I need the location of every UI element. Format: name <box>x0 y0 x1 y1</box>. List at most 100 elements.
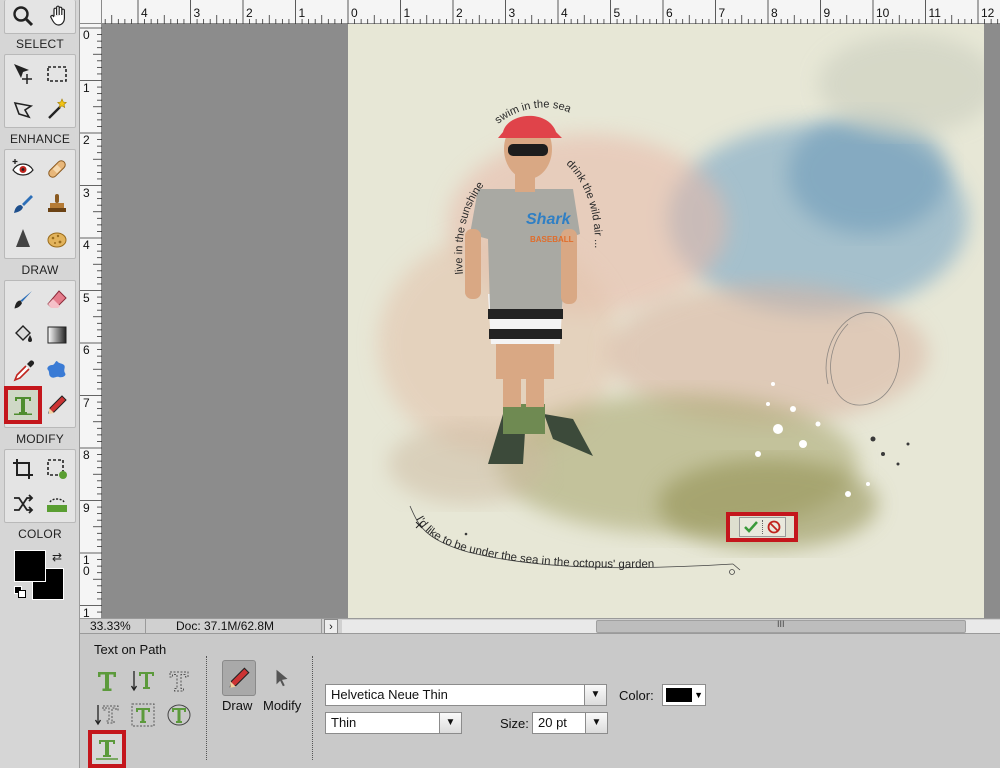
text-on-shape-icon <box>167 704 191 726</box>
horizontal-ruler-ticks <box>104 0 999 24</box>
ruler-top-label: 8 <box>771 6 778 20</box>
smart-brush-icon <box>14 195 33 213</box>
ruler-top-label: 10 <box>876 6 890 20</box>
red-eye-icon <box>12 159 34 176</box>
swap-colors-icon[interactable]: ⇄ <box>52 550 62 564</box>
modify-mode-button[interactable] <box>265 660 299 696</box>
font-family-select[interactable]: Helvetica Neue Thin ▼ <box>325 684 607 706</box>
commit-check-icon[interactable] <box>743 520 758 534</box>
rectangle-marquee-icon <box>47 66 67 82</box>
ruler-top-label: 6 <box>666 6 673 20</box>
paint-bucket-tool[interactable] <box>7 319 39 351</box>
ruler-top-label: 11 <box>928 6 941 20</box>
paint-bucket-icon <box>15 325 32 342</box>
draw-tools-group <box>4 280 76 428</box>
toolbox: SELECT ENHANCE DRAW MODIFY COLOR ⇄ <box>0 0 80 768</box>
clone-stamp-tool[interactable] <box>41 188 73 220</box>
stamp-icon <box>48 194 66 212</box>
recompose-tool[interactable] <box>41 453 73 485</box>
status-menu-arrow[interactable]: › <box>324 619 338 634</box>
pencil-icon <box>48 395 67 414</box>
smart-brush-tool[interactable] <box>7 188 39 220</box>
text-on-path-button[interactable] <box>88 730 126 768</box>
ruler-top-label: 2 <box>456 6 463 20</box>
marquee-tool[interactable] <box>41 58 73 90</box>
font-family-value: Helvetica Neue Thin <box>331 687 448 702</box>
foreground-color-swatch[interactable] <box>14 550 46 582</box>
pencil-tool[interactable] <box>41 389 73 421</box>
default-colors-icon[interactable] <box>14 586 26 598</box>
document-workspace[interactable]: Shark BASEBALL live in the sunshine swim… <box>102 24 1000 618</box>
content-aware-move-tool[interactable] <box>7 488 39 520</box>
scrollbar-grip: III <box>777 619 785 629</box>
ruler-top-label: 2 <box>246 6 253 20</box>
blur-tool[interactable] <box>7 223 39 255</box>
hand-tool[interactable] <box>43 0 75 32</box>
ruler-left-label: 2 <box>83 133 90 147</box>
zoom-level-field[interactable]: 33.33% <box>80 619 146 634</box>
ruler-left-label: 0 <box>83 28 90 42</box>
eraser-icon <box>47 290 67 308</box>
horizontal-scrollbar[interactable]: III <box>342 619 1000 633</box>
straighten-tool[interactable] <box>41 488 73 520</box>
text-color-picker[interactable]: ▼ <box>662 684 706 706</box>
ruler-top-label: 3 <box>508 6 516 20</box>
straighten-icon <box>47 498 67 512</box>
section-select-label: SELECT <box>16 37 64 51</box>
ruler-corner <box>80 0 102 24</box>
ruler-left-label: 4 <box>83 238 90 252</box>
brush-tool[interactable] <box>7 284 39 316</box>
ruler-left-label: 3 <box>83 185 90 200</box>
text-on-selection-button[interactable] <box>128 700 158 730</box>
document-size-info: Doc: 37.1M/62.8M <box>146 619 322 634</box>
move-tool[interactable] <box>7 58 39 90</box>
horizontal-ruler: 4 3 2 1 0 1 2 3 4 5 6 7 8 9 10 11 12 <box>80 0 1000 24</box>
cancel-icon[interactable] <box>767 520 781 534</box>
select-tools-group <box>4 54 76 128</box>
vertical-type-button[interactable] <box>128 666 158 696</box>
section-enhance-label: ENHANCE <box>9 132 71 146</box>
status-bar: 33.33% Doc: 37.1M/62.8M › III <box>80 618 1000 634</box>
magic-wand-icon <box>48 98 67 119</box>
eraser-tool[interactable] <box>41 284 73 316</box>
horizontal-type-button[interactable] <box>92 666 122 696</box>
gradient-tool[interactable] <box>41 319 73 351</box>
crop-tool[interactable] <box>7 453 39 485</box>
text-on-shape-button[interactable] <box>164 700 194 730</box>
draw-mode-label: Draw <box>222 698 253 713</box>
modify-mode-label: Modify <box>263 698 302 713</box>
eyedropper-icon <box>13 360 34 382</box>
section-draw-label: DRAW <box>21 263 59 277</box>
move-icon <box>14 64 32 84</box>
font-size-select[interactable]: 20 pt ▼ <box>532 712 608 734</box>
blur-drop-icon <box>16 229 30 247</box>
custom-shape-tool[interactable] <box>41 354 73 386</box>
healing-brush-tool[interactable] <box>41 153 73 185</box>
shape-blob-icon <box>47 361 66 378</box>
type-t-icon <box>14 397 32 415</box>
hand-icon <box>50 5 65 26</box>
ruler-top-label: 9 <box>823 6 831 20</box>
font-style-select[interactable]: Thin ▼ <box>325 712 462 734</box>
red-eye-tool[interactable] <box>7 153 39 185</box>
ruler-top-label: 3 <box>193 6 201 20</box>
sponge-tool[interactable] <box>41 223 73 255</box>
zoom-tool[interactable] <box>7 0 39 32</box>
type-tool[interactable] <box>4 386 42 424</box>
crop-icon <box>13 459 33 479</box>
horizontal-type-mask-button[interactable] <box>164 666 194 696</box>
magic-wand-tool[interactable] <box>41 93 73 125</box>
vertical-type-icon <box>130 671 154 692</box>
eyedropper-tool[interactable] <box>7 354 39 386</box>
size-label: Size: <box>500 716 529 731</box>
lasso-tool[interactable] <box>7 93 39 125</box>
modify-tools-group <box>4 449 76 523</box>
document-canvas[interactable]: Shark BASEBALL live in the sunshine swim… <box>348 24 984 618</box>
vertical-type-mask-button[interactable] <box>92 700 122 730</box>
polygonal-lasso-icon <box>13 101 34 119</box>
draw-mode-button[interactable] <box>222 660 256 696</box>
font-style-value: Thin <box>331 715 357 730</box>
ruler-top-label: 1 <box>403 6 411 20</box>
vertical-ruler: 0 1 2 3 4 5 6 7 8 9 1 0 1 <box>80 24 102 619</box>
horizontal-scrollbar-thumb[interactable]: III <box>596 619 966 633</box>
